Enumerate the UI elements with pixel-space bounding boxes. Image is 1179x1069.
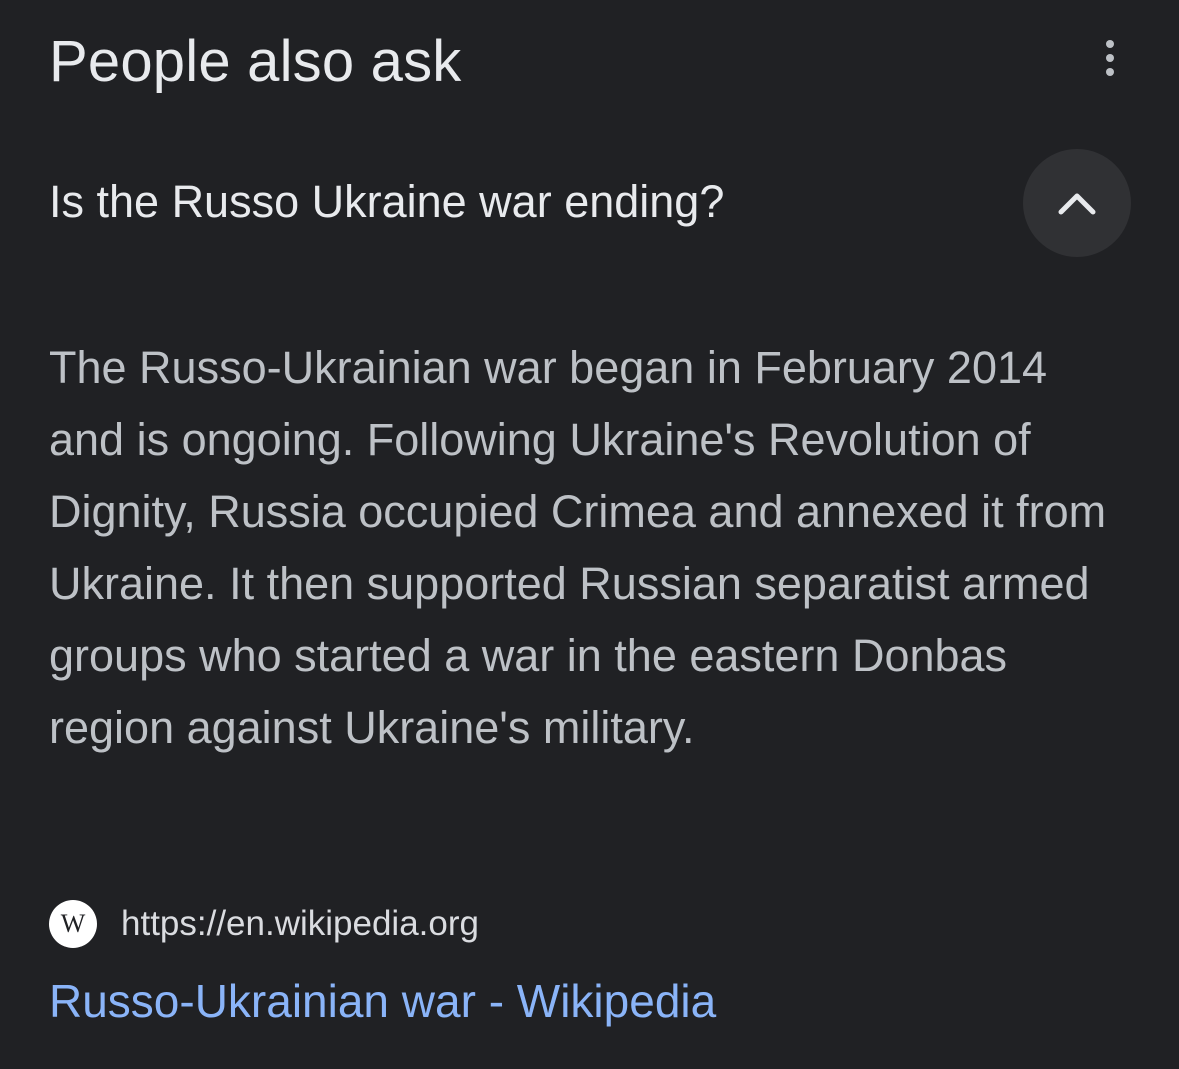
more-vertical-icon <box>1106 54 1114 62</box>
more-options-button[interactable] <box>1086 34 1134 82</box>
source-row[interactable]: W https://en.wikipedia.org <box>49 900 479 948</box>
more-vertical-icon <box>1106 68 1114 76</box>
answer-snippet: The Russo-Ukrainian war began in Februar… <box>49 342 1107 753</box>
source-url[interactable]: https://en.wikipedia.org <box>121 900 479 948</box>
question-text[interactable]: Is the Russo Ukraine war ending? <box>49 174 724 230</box>
wikipedia-result-link[interactable]: Russo-Ukrainian war - Wikipedia <box>49 969 716 1033</box>
people-also-ask-title: People also ask <box>49 29 462 94</box>
wikipedia-icon: W <box>49 900 97 948</box>
chevron-up-icon <box>1058 193 1096 215</box>
collapse-answer-button[interactable] <box>1023 149 1131 257</box>
more-vertical-icon <box>1106 40 1114 48</box>
